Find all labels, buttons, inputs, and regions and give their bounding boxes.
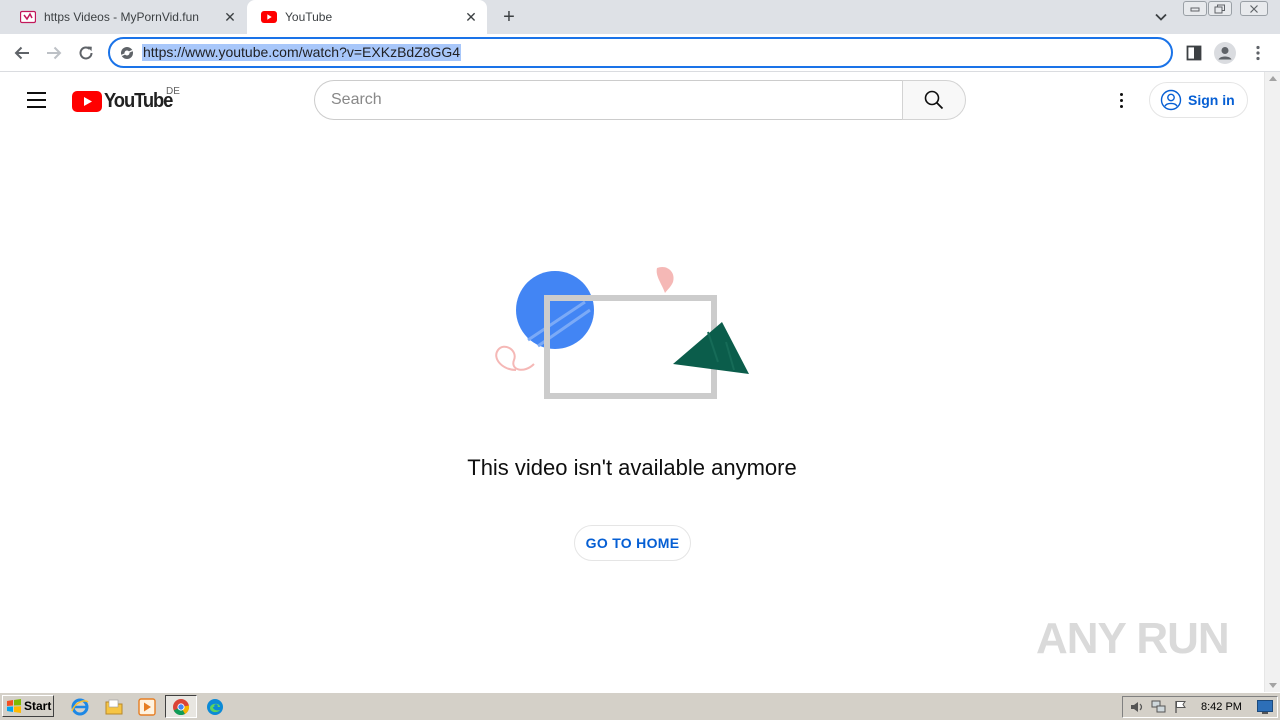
start-label: Start bbox=[24, 699, 52, 713]
sign-in-button[interactable]: Sign in bbox=[1149, 82, 1248, 118]
reload-icon[interactable] bbox=[74, 41, 98, 65]
anyrun-watermark: ANY RUN bbox=[1036, 606, 1236, 672]
youtube-wordmark: YouTube bbox=[104, 89, 173, 112]
windows-logo-icon bbox=[7, 699, 21, 713]
taskbar-clock[interactable]: 8:42 PM bbox=[1201, 701, 1242, 713]
close-window-icon[interactable] bbox=[1240, 1, 1268, 16]
sign-in-label: Sign in bbox=[1188, 92, 1235, 108]
unavailable-video-illustration bbox=[495, 266, 749, 399]
youtube-play-icon bbox=[72, 90, 102, 112]
volume-icon[interactable] bbox=[1129, 699, 1145, 715]
restore-window-icon[interactable] bbox=[1208, 1, 1232, 16]
site-info-icon[interactable] bbox=[119, 45, 135, 61]
internet-explorer-icon[interactable] bbox=[70, 697, 90, 717]
address-bar[interactable]: https://www.youtube.com/watch?v=EXKzBdZ8… bbox=[108, 37, 1173, 68]
blue-circle bbox=[516, 271, 594, 349]
site-favicon bbox=[20, 9, 36, 25]
tab-title: https Videos - MyPornVid.fun bbox=[44, 10, 199, 24]
edge-icon[interactable] bbox=[205, 697, 225, 717]
forward-arrow-icon[interactable] bbox=[42, 41, 66, 65]
chrome-menu-icon[interactable] bbox=[1246, 41, 1270, 65]
watermark-text: ANY RUN bbox=[1036, 614, 1230, 663]
url-text[interactable]: https://www.youtube.com/watch?v=EXKzBdZ8… bbox=[142, 44, 462, 61]
action-center-flag-icon[interactable] bbox=[1173, 699, 1189, 715]
chrome-icon bbox=[173, 698, 190, 715]
browser-toolbar: https://www.youtube.com/watch?v=EXKzBdZ8… bbox=[0, 34, 1280, 72]
chrome-taskbar-button[interactable] bbox=[165, 695, 197, 718]
error-message: This video isn't available anymore bbox=[467, 455, 797, 480]
profile-avatar-icon[interactable] bbox=[1213, 41, 1237, 65]
guide-menu-icon[interactable] bbox=[24, 88, 48, 112]
tab-youtube[interactable]: YouTube ✕ bbox=[247, 0, 487, 34]
account-icon bbox=[1160, 89, 1182, 111]
search-button[interactable] bbox=[902, 80, 966, 120]
pink-squiggle bbox=[495, 345, 535, 371]
tab-strip: https Videos - MyPornVid.fun ✕ YouTube ✕… bbox=[0, 0, 1280, 34]
close-tab-icon[interactable]: ✕ bbox=[220, 7, 240, 27]
system-tray: 8:42 PM bbox=[1122, 696, 1278, 718]
tab-mypornvid[interactable]: https Videos - MyPornVid.fun ✕ bbox=[6, 0, 246, 34]
folder-icon[interactable] bbox=[104, 697, 124, 717]
tab-search-icon[interactable] bbox=[1150, 6, 1172, 28]
back-arrow-icon[interactable] bbox=[10, 41, 34, 65]
country-code: DE bbox=[166, 86, 180, 97]
search-icon bbox=[924, 90, 944, 110]
close-tab-icon[interactable]: ✕ bbox=[461, 7, 481, 27]
settings-more-icon[interactable] bbox=[1109, 88, 1133, 112]
youtube-favicon bbox=[261, 9, 277, 25]
network-icon[interactable] bbox=[1151, 699, 1167, 715]
media-player-icon[interactable] bbox=[137, 697, 157, 717]
tab-title: YouTube bbox=[285, 10, 333, 24]
search-input[interactable] bbox=[331, 91, 903, 109]
new-tab-button[interactable]: + bbox=[497, 5, 521, 29]
go-to-home-button[interactable]: GO TO HOME bbox=[574, 525, 691, 561]
scroll-up-arrow-icon[interactable] bbox=[1269, 76, 1277, 81]
start-button[interactable]: Start bbox=[2, 695, 54, 717]
search-box[interactable] bbox=[314, 80, 903, 120]
youtube-logo[interactable]: YouTube bbox=[72, 89, 178, 113]
minimize-window-icon[interactable] bbox=[1183, 1, 1207, 16]
show-desktop-icon[interactable] bbox=[1257, 700, 1273, 714]
youtube-masthead: YouTube DE Sign in bbox=[0, 72, 1264, 128]
side-panel-icon[interactable] bbox=[1182, 41, 1206, 65]
page-scrollbar[interactable] bbox=[1264, 72, 1280, 692]
pink-drop bbox=[656, 266, 674, 293]
scroll-down-arrow-icon[interactable] bbox=[1269, 683, 1277, 688]
windows-taskbar: Start 8:42 PM bbox=[0, 692, 1280, 720]
